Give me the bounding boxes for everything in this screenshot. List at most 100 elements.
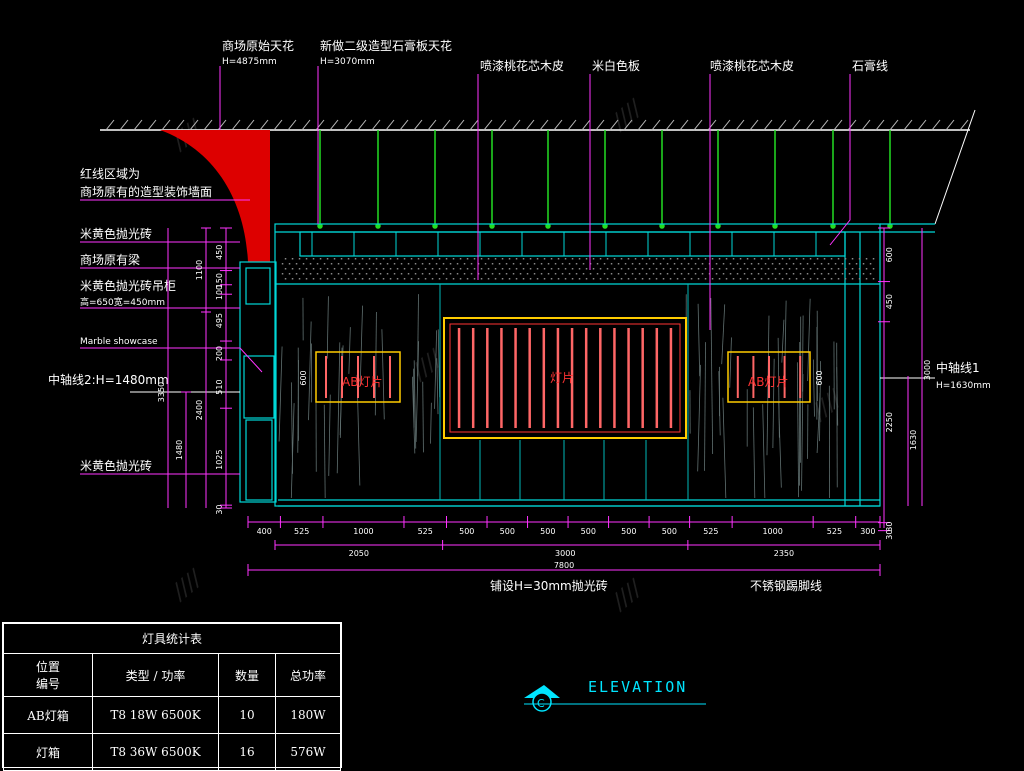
lightbox-left-label: AB灯片 — [342, 375, 382, 389]
crown-dot — [712, 258, 714, 260]
crown-dot — [502, 258, 504, 260]
ceiling-hatch-line — [232, 120, 240, 130]
crown-dot — [464, 263, 466, 265]
crown-dot — [782, 258, 784, 260]
crown-dot — [579, 278, 581, 280]
ceiling-hatch-line — [722, 120, 730, 130]
crown-dot — [817, 258, 819, 260]
crown-dot — [453, 268, 455, 270]
ceiling-hatch-line — [162, 120, 170, 130]
crown-dot — [296, 273, 298, 275]
ceiling-hatch-line — [876, 120, 884, 130]
crown-dot — [359, 263, 361, 265]
crown-dot — [688, 273, 690, 275]
crown-dot — [604, 263, 606, 265]
crown-dot — [544, 268, 546, 270]
ceiling-hatch-line — [680, 120, 688, 130]
crown-dot — [866, 258, 868, 260]
ceiling-hatch-line — [736, 120, 744, 130]
crown-dot — [450, 273, 452, 275]
crown-dot — [352, 273, 354, 275]
crown-dot — [373, 263, 375, 265]
crown-dot — [299, 278, 301, 280]
label-steel-skirting: 不锈钢踢脚线 — [750, 578, 822, 593]
crown-dot — [306, 278, 308, 280]
crown-dot — [670, 268, 672, 270]
dimension-label: 525 — [703, 527, 718, 536]
crown-dot — [768, 258, 770, 260]
crown-dot — [639, 273, 641, 275]
crown-dot — [310, 263, 312, 265]
crown-dot — [467, 268, 469, 270]
dimension-label: 1100 — [195, 260, 204, 280]
crown-dot — [558, 258, 560, 260]
dimension-label: 525 — [827, 527, 842, 536]
crown-dot — [492, 273, 494, 275]
crown-dot — [516, 268, 518, 270]
legend-header-qty: 数量 — [219, 654, 276, 697]
crown-dot — [579, 258, 581, 260]
crown-dot — [628, 278, 630, 280]
crown-dot — [317, 273, 319, 275]
crown-dot — [604, 273, 606, 275]
fixture-legend-table: 灯具统计表 位置 编号 类型 / 功率 数量 总功率 AB灯箱 T8 18W 6… — [2, 622, 342, 768]
crown-dot — [443, 273, 445, 275]
crown-dot — [541, 273, 543, 275]
crown-dot — [551, 268, 553, 270]
crown-dot — [481, 268, 483, 270]
crown-dot — [723, 273, 725, 275]
ceiling-hatch-line — [386, 120, 394, 130]
ceiling-hatch-line — [204, 120, 212, 130]
crown-dot — [551, 258, 553, 260]
crown-dot — [492, 263, 494, 265]
crown-dot — [397, 258, 399, 260]
crown-dot — [618, 273, 620, 275]
crown-dot — [397, 278, 399, 280]
crown-dot — [334, 258, 336, 260]
crown-dot — [485, 263, 487, 265]
dimension-label: 400 — [257, 527, 272, 536]
crown-dot — [488, 268, 490, 270]
crown-dot — [516, 258, 518, 260]
crown-dot — [663, 268, 665, 270]
crown-dot — [873, 268, 875, 270]
crown-dot — [390, 268, 392, 270]
crown-dot — [373, 273, 375, 275]
crown-dot — [355, 278, 357, 280]
crown-dot — [618, 263, 620, 265]
crown-dot — [282, 263, 284, 265]
crown-dot — [460, 278, 462, 280]
crown-dot — [348, 278, 350, 280]
crown-dot — [810, 278, 812, 280]
ceiling-hatch-line — [708, 120, 716, 130]
dimension-label: 1480 — [175, 440, 184, 460]
crown-dot — [453, 278, 455, 280]
crown-dot — [299, 258, 301, 260]
crown-dot — [782, 278, 784, 280]
grain-line — [779, 402, 782, 488]
ceiling-hatch-line — [526, 120, 534, 130]
crown-dot — [849, 273, 851, 275]
crown-dot — [691, 278, 693, 280]
crown-dot — [303, 273, 305, 275]
crown-dot — [502, 268, 504, 270]
dimension-label: 525 — [294, 527, 309, 536]
crown-dot — [439, 268, 441, 270]
crown-dot — [404, 258, 406, 260]
crown-dot — [660, 263, 662, 265]
dimension-label: 2250 — [885, 412, 894, 432]
crown-dot — [576, 273, 578, 275]
crown-dot — [341, 278, 343, 280]
crown-dot — [296, 263, 298, 265]
crown-dot — [576, 263, 578, 265]
ceiling-hatch-line — [400, 120, 408, 130]
crown-dot — [299, 268, 301, 270]
ceiling-hatch-line — [582, 120, 590, 130]
ceiling-hatch-line — [946, 120, 954, 130]
crown-dot — [642, 278, 644, 280]
crown-dot — [418, 268, 420, 270]
crown-dot — [593, 278, 595, 280]
crown-dot — [803, 278, 805, 280]
ceiling-hatch-line — [134, 120, 142, 130]
crown-dot — [520, 273, 522, 275]
